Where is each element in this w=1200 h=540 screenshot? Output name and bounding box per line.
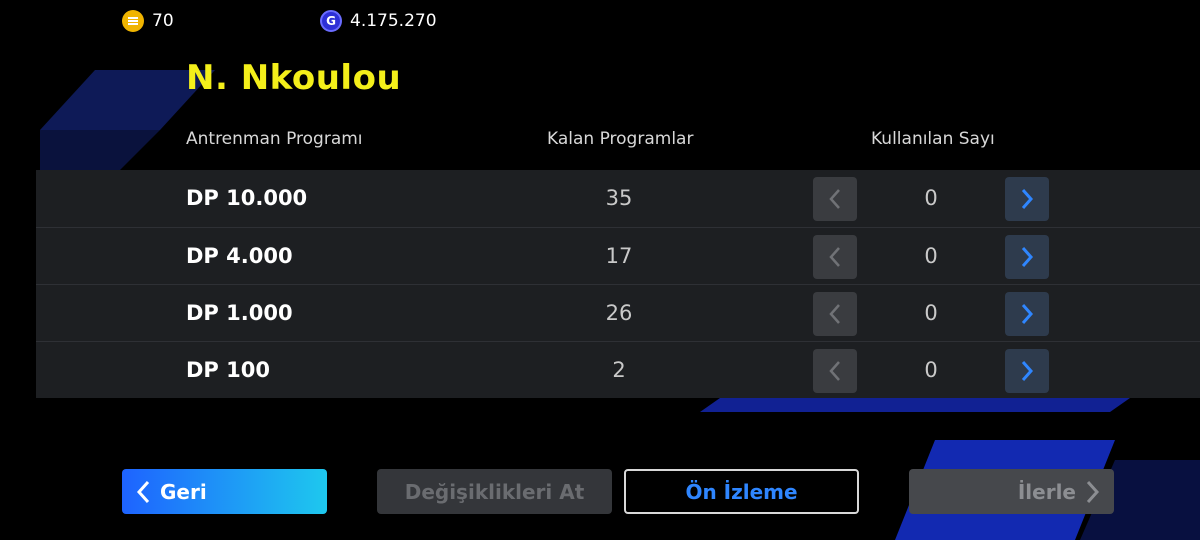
program-name: DP 1.000 [186,301,293,325]
increment-button[interactable] [1005,349,1049,393]
chevron-left-icon [829,304,840,324]
used-count: 0 [924,186,938,210]
discard-button-label: Değişiklikleri At [404,479,585,504]
decrement-button[interactable] [813,235,857,279]
program-name: DP 4.000 [186,244,293,268]
program-name: DP 100 [186,358,270,382]
chevron-right-icon [1021,189,1034,209]
gp-icon: G [320,10,342,32]
decrement-button[interactable] [813,177,857,221]
chevron-right-icon [1086,480,1100,503]
table-row: DP 10.000 35 0 [36,170,1200,227]
back-button[interactable]: Geri [122,469,327,514]
coins-display: 70 [122,10,174,32]
chevron-left-icon [136,480,150,503]
used-count: 0 [924,301,938,325]
back-button-label: Geri [160,479,207,504]
remaining-count: 26 [605,301,633,325]
chevron-left-icon [829,189,840,209]
next-button-label: İlerle [1017,479,1076,504]
chevron-left-icon [829,361,840,381]
coin-icon [122,10,144,32]
used-count: 0 [924,358,938,382]
preview-button-label: Ön İzleme [685,479,798,504]
decrement-button[interactable] [813,292,857,336]
coins-value: 70 [152,11,174,31]
remaining-count: 2 [612,358,626,382]
player-name: N. Nkoulou [186,58,402,98]
remaining-count: 35 [605,186,633,210]
header-remaining: Kalan Programlar [547,129,694,149]
next-button[interactable]: İlerle [909,469,1114,514]
preview-button[interactable]: Ön İzleme [624,469,859,514]
remaining-count: 17 [605,244,633,268]
gp-display: G 4.175.270 [320,10,437,32]
increment-button[interactable] [1005,177,1049,221]
chevron-right-icon [1021,247,1034,267]
increment-button[interactable] [1005,292,1049,336]
gp-value: 4.175.270 [350,11,437,31]
chevron-left-icon [829,247,840,267]
chevron-right-icon [1021,304,1034,324]
program-name: DP 10.000 [186,186,308,210]
used-count: 0 [924,244,938,268]
header-used: Kullanılan Sayı [871,129,995,149]
table-row: DP 4.000 17 0 [36,227,1200,285]
discard-changes-button[interactable]: Değişiklikleri At [377,469,612,514]
decrement-button[interactable] [813,349,857,393]
header-program: Antrenman Programı [186,129,363,149]
table-row: DP 100 2 0 [36,341,1200,399]
increment-button[interactable] [1005,235,1049,279]
chevron-right-icon [1021,361,1034,381]
training-program-table: DP 10.000 35 0 DP 4.000 17 0 DP 1.000 26… [36,170,1200,398]
table-row: DP 1.000 26 0 [36,284,1200,342]
